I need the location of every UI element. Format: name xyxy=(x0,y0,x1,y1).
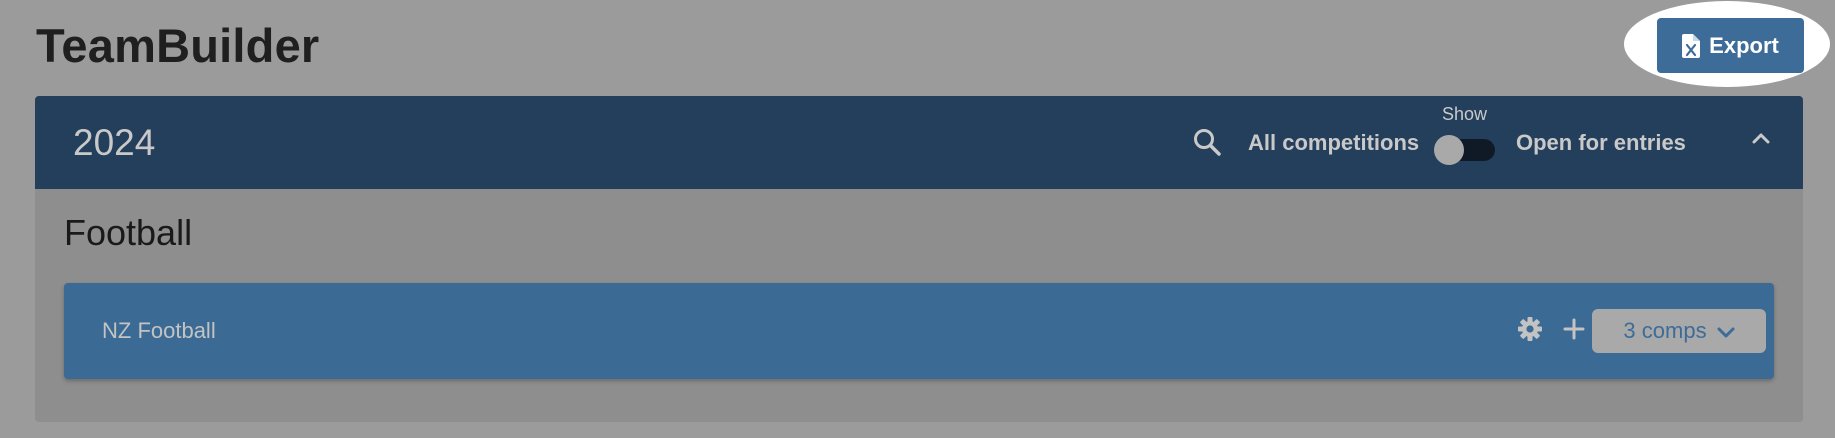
gear-icon xyxy=(1517,316,1543,347)
page-title: TeamBuilder xyxy=(36,19,320,72)
comps-label: 3 comps xyxy=(1623,318,1707,343)
toggle-caption: Show xyxy=(1442,104,1488,124)
season-header: 2024 All competitions Show Open for entr… xyxy=(35,96,1803,189)
organisation-name: NZ Football xyxy=(102,318,216,343)
organisation-card[interactable]: NZ Football 3 comps xyxy=(64,283,1774,379)
season-panel: 2024 All competitions Show Open for entr… xyxy=(35,96,1803,422)
export-button[interactable]: Export xyxy=(1657,18,1804,73)
sport-title: Football xyxy=(64,212,193,253)
show-toggle[interactable]: Show xyxy=(1434,104,1515,174)
comps-dropdown-button[interactable]: 3 comps xyxy=(1592,309,1766,353)
excel-file-icon xyxy=(1682,33,1701,58)
open-for-entries-label[interactable]: Open for entries xyxy=(1516,130,1686,156)
chevron-down-icon xyxy=(1717,318,1735,344)
toggle-track[interactable] xyxy=(1434,135,1495,165)
search-button[interactable] xyxy=(1187,124,1227,164)
all-competitions-label[interactable]: All competitions xyxy=(1248,130,1419,156)
settings-button[interactable] xyxy=(1514,315,1546,347)
export-label: Export xyxy=(1709,32,1779,58)
chevron-up-icon xyxy=(1751,131,1771,150)
search-icon xyxy=(1192,127,1222,162)
plus-icon xyxy=(1563,318,1585,345)
toggle-knob[interactable] xyxy=(1434,135,1464,165)
season-year: 2024 xyxy=(73,122,156,163)
collapse-button[interactable] xyxy=(1745,124,1777,156)
add-button[interactable] xyxy=(1558,315,1590,347)
